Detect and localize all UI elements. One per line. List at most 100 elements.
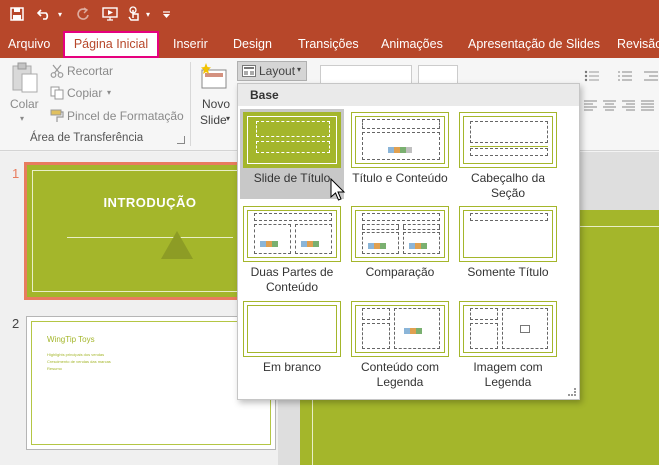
- layout-name: Slide de Título: [253, 171, 331, 185]
- slide-2-bullets: Highlights principais dos vendas Crescim…: [47, 351, 111, 372]
- content-icons: [301, 236, 327, 247]
- slide-2-bullet: Highlights principais dos vendas: [47, 352, 105, 357]
- cut-button[interactable]: Recortar: [67, 64, 113, 78]
- picture-icon: [520, 325, 530, 333]
- layout-somente-titulo[interactable]: Somente Título: [456, 203, 560, 295]
- new-slide-icon[interactable]: [198, 62, 228, 92]
- paste-button[interactable]: Colar: [10, 97, 39, 111]
- layout-name: Duas Partes de Conteúdo: [250, 265, 334, 294]
- tab-transicoes[interactable]: Transições: [292, 30, 365, 58]
- heading-placeholder-right: [403, 224, 440, 230]
- new-slide-label-bottom[interactable]: Slide: [200, 113, 227, 127]
- clipboard-group-label: Área de Transferência: [30, 132, 144, 144]
- mouse-cursor-icon: [330, 178, 346, 201]
- layout-name: Em branco: [262, 360, 322, 374]
- font-size-box[interactable]: [418, 65, 458, 85]
- title-placeholder: [362, 308, 390, 320]
- new-slide-label-top[interactable]: Novo: [202, 97, 230, 111]
- text-placeholder: [470, 148, 548, 156]
- content-icons: [404, 323, 430, 334]
- title-placeholder: [254, 213, 332, 221]
- title-placeholder: [470, 213, 548, 221]
- save-icon[interactable]: [6, 3, 28, 25]
- paste-icon[interactable]: [10, 62, 40, 94]
- bullets-icon[interactable]: [584, 70, 600, 82]
- layout-name: Imagem com Legenda: [473, 360, 543, 389]
- title-placeholder: [362, 213, 440, 221]
- layout-titulo-e-conteudo[interactable]: Título e Conteúdo: [348, 109, 452, 199]
- title-placeholder: [256, 121, 330, 137]
- alignment-icons[interactable]: [584, 100, 659, 112]
- present-from-beginning-icon[interactable]: [100, 3, 120, 25]
- slide-2-bullet: Resumo: [47, 366, 62, 371]
- layout-preview: [459, 206, 557, 262]
- customize-qat-icon[interactable]: [160, 3, 172, 25]
- layout-comparacao[interactable]: Comparação: [348, 203, 452, 295]
- layout-imagem-com-legenda[interactable]: Imagem com Legenda: [456, 298, 560, 390]
- numbering-icon[interactable]: [617, 70, 633, 82]
- ribbon-tabs: Arquivo Página Inicial Inserir Design Tr…: [0, 30, 659, 58]
- caption-placeholder: [470, 323, 498, 349]
- tab-arquivo[interactable]: Arquivo: [2, 30, 56, 58]
- font-name-box[interactable]: [320, 65, 412, 85]
- copy-button[interactable]: Copiar: [67, 86, 102, 100]
- tab-animacoes[interactable]: Animações: [375, 30, 449, 58]
- gallery-header: Base: [238, 84, 579, 106]
- slide-number-2: 2: [12, 316, 20, 331]
- layout-name: Somente Título: [467, 265, 549, 279]
- layout-preview: [351, 112, 449, 168]
- tab-inserir[interactable]: Inserir: [167, 30, 214, 58]
- layout-gallery: Base Slide de Título Título e Conteúdo C…: [237, 83, 580, 400]
- content-icons: [368, 238, 394, 249]
- title-placeholder: [470, 308, 498, 320]
- title-bar: ▾ ▾: [0, 0, 659, 30]
- copy-dropdown-icon[interactable]: ▾: [107, 88, 111, 97]
- slide-number-1: 1: [12, 166, 20, 181]
- format-painter-icon: [50, 109, 64, 123]
- layout-frame: [247, 305, 337, 353]
- layout-preview: [243, 112, 341, 168]
- redo-icon[interactable]: [74, 3, 92, 25]
- subtitle-placeholder: [256, 141, 330, 153]
- copy-icon: [50, 86, 64, 100]
- layout-conteudo-com-legenda[interactable]: Conteúdo com Legenda: [348, 298, 452, 390]
- layout-cabecalho-da-secao[interactable]: Cabeçalho da Seção: [456, 109, 560, 200]
- caption-placeholder: [362, 323, 390, 349]
- title-placeholder: [362, 119, 440, 129]
- decrease-indent-icon[interactable]: [643, 70, 659, 82]
- layout-preview: [351, 206, 449, 262]
- tab-apresentacao-de-slides[interactable]: Apresentação de Slides: [462, 30, 606, 58]
- layout-dropdown-icon: ▾: [297, 65, 302, 74]
- undo-icon[interactable]: [34, 3, 54, 25]
- new-slide-dropdown-icon[interactable]: ▾: [226, 114, 230, 123]
- content-icons: [409, 238, 435, 249]
- layout-duas-partes-de-conteudo[interactable]: Duas Partes de Conteúdo: [240, 203, 344, 295]
- layout-name: Título e Conteúdo: [352, 171, 448, 185]
- slide-1-triangle-shape: [161, 231, 193, 259]
- layout-preview: [243, 206, 341, 262]
- layout-preview: [459, 112, 557, 168]
- content-icons: [388, 142, 414, 153]
- undo-dropdown-icon[interactable]: ▾: [55, 3, 65, 25]
- layout-name: Comparação: [365, 265, 435, 279]
- layout-preview: [459, 301, 557, 357]
- layout-name: Conteúdo com Legenda: [360, 360, 440, 389]
- heading-placeholder-left: [362, 224, 399, 230]
- resize-gripper-icon[interactable]: [568, 388, 576, 396]
- tab-revisao[interactable]: Revisão: [611, 30, 659, 58]
- format-painter-button[interactable]: Pincel de Formatação: [67, 109, 184, 123]
- slide-1-divider: [67, 237, 233, 238]
- layout-button[interactable]: Layout ▾: [237, 61, 307, 81]
- clipboard-launcher-icon[interactable]: [177, 136, 185, 144]
- layout-name: Cabeçalho da Seção: [470, 171, 546, 200]
- layout-button-label: Layout: [259, 64, 296, 78]
- touch-mode-icon[interactable]: [125, 3, 143, 25]
- layout-slide-de-titulo[interactable]: Slide de Título: [240, 109, 344, 199]
- layout-preview: [351, 301, 449, 357]
- group-separator: [190, 62, 191, 146]
- paste-dropdown-icon[interactable]: ▾: [20, 114, 24, 123]
- layout-em-branco[interactable]: Em branco: [240, 298, 344, 390]
- tab-pagina-inicial[interactable]: Página Inicial: [63, 31, 159, 58]
- touch-mode-dropdown-icon[interactable]: ▾: [143, 3, 153, 25]
- tab-design[interactable]: Design: [227, 30, 278, 58]
